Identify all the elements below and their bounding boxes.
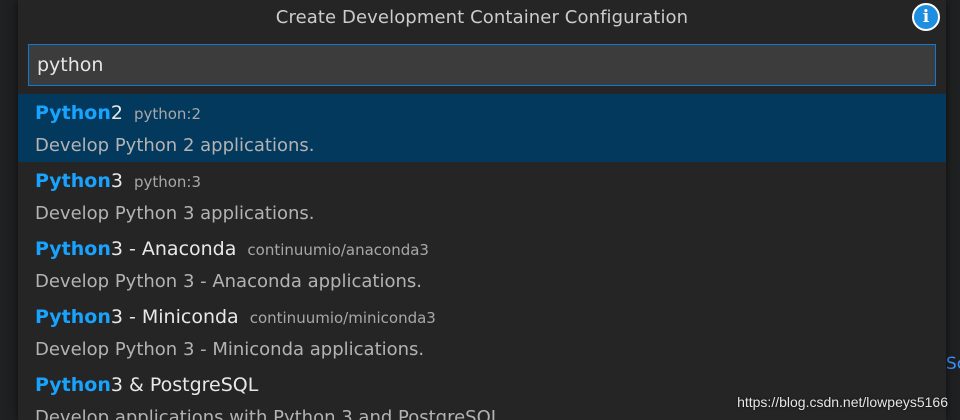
dialog-title: Create Development Container Configurati… [275,6,689,28]
search-input[interactable] [28,44,936,86]
watermark-url: https://blog.csdn.net/lowpeys5166 [737,394,948,410]
item-description: Develop Python 3 applications. [35,203,315,224]
item-label-match: Python [35,170,111,192]
item-label-line: Python 3 python:3 [35,170,946,198]
item-label-match: Python [35,374,111,396]
list-item[interactable]: Python 3 python:3 Develop Python 3 appli… [18,162,946,230]
item-label-match: Python [35,306,111,328]
list-item[interactable]: Python 2 python:2 Develop Python 2 appli… [18,94,946,162]
item-label-rest: 3 & PostgreSQL [110,374,259,396]
item-detail: continuumio/anaconda3 [247,241,429,259]
item-detail: python:3 [133,173,202,191]
background-text-peek: Sc [946,354,960,374]
left-sidebar-edge [0,0,18,420]
item-label-match: Python [35,238,111,260]
item-label-match: Python [35,102,111,124]
list-item[interactable]: Python 3 - Anaconda continuumio/anaconda… [18,230,946,298]
list-item[interactable]: Python 3 - Miniconda continuumio/minicon… [18,298,946,366]
item-description: Develop Python 3 - Anaconda applications… [35,271,422,292]
quick-pick-dialog: Create Development Container Configurati… [18,0,946,420]
item-label-rest: 3 [110,170,123,192]
item-label-line: Python 2 python:2 [35,102,946,130]
results-list: Python 2 python:2 Develop Python 2 appli… [18,94,946,420]
item-detail: python:2 [133,105,202,123]
item-detail: continuumio/miniconda3 [249,309,436,327]
dialog-title-bar: Create Development Container Configurati… [18,0,946,34]
item-label-rest: 3 - Anaconda [110,238,237,260]
item-description: Develop Python 2 applications. [35,135,315,156]
item-label-rest: 3 - Miniconda [110,306,239,328]
info-icon[interactable]: i [912,3,940,31]
item-label-line: Python 3 - Miniconda continuumio/minicon… [35,306,946,334]
list-item[interactable]: Python 3 & PostgreSQL Develop applicatio… [18,366,946,420]
item-label-line: Python 3 - Anaconda continuumio/anaconda… [35,238,946,266]
search-input-wrapper [18,34,946,94]
item-description: Develop Python 3 - Miniconda application… [35,339,425,360]
item-label-rest: 2 [110,102,123,124]
